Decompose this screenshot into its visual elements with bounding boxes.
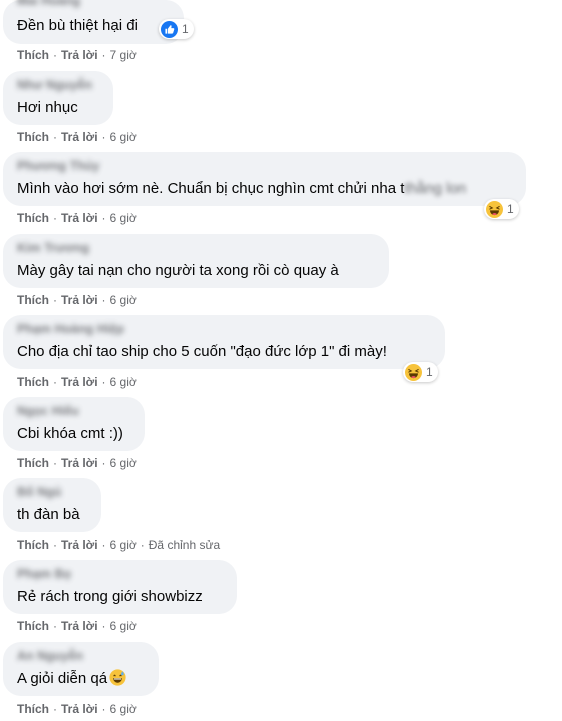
like-button[interactable]: Thích	[17, 702, 49, 716]
reaction-badge[interactable]: 1	[159, 19, 194, 39]
haha-icon	[405, 363, 422, 381]
reaction-count: 1	[426, 365, 433, 379]
comment-bubble: An Nguyễn A giỏi diễn qá	[3, 642, 159, 696]
comment-bubble: Ngọc Hiếu Cbi khóa cmt :))	[3, 397, 145, 451]
comment-text: Đền bù thiệt hại đi	[17, 17, 138, 34]
comment-text: Cho địa chỉ tao ship cho 5 cuốn "đạo đức…	[17, 343, 387, 360]
comment-text: Mình vào hơi sớm nè. Chuẩn bị chục nghìn…	[17, 180, 467, 197]
comment-bubble: Phạm Hoàng Hiệp Cho địa chỉ tao ship cho…	[3, 315, 445, 369]
comment-actions: Thích · Trả lời · 6 giờ	[17, 130, 137, 144]
reaction-count: 1	[507, 202, 514, 216]
grinning-sweat-icon	[109, 669, 126, 686]
comment-author[interactable]: Bố Ngủ	[17, 485, 89, 499]
comment-author[interactable]: Ngọc Hiếu	[17, 404, 133, 418]
comment: Kim Trương Mày gây tai nạn cho người ta …	[3, 234, 389, 288]
comment-bubble: Kim Trương Mày gây tai nạn cho người ta …	[3, 234, 389, 288]
comment-author[interactable]: Phạm Bọ	[17, 567, 225, 581]
comment-time[interactable]: 6 giờ	[110, 211, 137, 225]
like-button[interactable]: Thích	[17, 456, 49, 470]
comment: Mai Hoàng Đền bù thiệt hại đi	[3, 0, 184, 44]
comment: Ngọc Hiếu Cbi khóa cmt :))	[3, 397, 145, 451]
like-button[interactable]: Thích	[17, 293, 49, 307]
comment-bubble: Như Nguyễn Hơi nhục	[3, 71, 113, 125]
comment-actions: Thích · Trả lời · 6 giờ	[17, 211, 137, 225]
comment-author[interactable]: An Nguyễn	[17, 649, 147, 663]
comment-time[interactable]: 6 giờ	[110, 130, 137, 144]
comment-time[interactable]: 6 giờ	[110, 538, 137, 552]
like-button[interactable]: Thích	[17, 48, 49, 62]
comment-time[interactable]: 7 giờ	[110, 48, 137, 62]
comment: Phạm Bọ Rẻ rách trong giới showbizz	[3, 560, 237, 614]
comment-author[interactable]: Phương Thủy	[17, 159, 514, 173]
edited-label[interactable]: Đã chỉnh sửa	[149, 538, 220, 552]
comment-actions: Thích · Trả lời · 6 giờ	[17, 375, 137, 389]
comment-bubble: Bố Ngủ th đàn bà	[3, 478, 101, 532]
like-button[interactable]: Thích	[17, 538, 49, 552]
reply-button[interactable]: Trả lời	[61, 211, 98, 225]
comment-actions: Thích · Trả lời · 6 giờ	[17, 619, 137, 633]
comment-bubble: Phương Thủy Mình vào hơi sớm nè. Chuẩn b…	[3, 152, 526, 206]
comment-text: Mày gây tai nạn cho người ta xong rồi cò…	[17, 262, 339, 279]
comment-time[interactable]: 6 giờ	[110, 293, 137, 307]
comment-actions: Thích · Trả lời · 7 giờ	[17, 48, 137, 62]
comment-time[interactable]: 6 giờ	[110, 375, 137, 389]
haha-icon	[486, 200, 503, 218]
comment-text: Rẻ rách trong giới showbizz	[17, 588, 203, 605]
comment-time[interactable]: 6 giờ	[110, 456, 137, 470]
reply-button[interactable]: Trả lời	[61, 456, 98, 470]
reply-button[interactable]: Trả lời	[61, 702, 98, 716]
comment-author[interactable]: Phạm Hoàng Hiệp	[17, 322, 433, 336]
comment: Bố Ngủ th đàn bà	[3, 478, 101, 532]
comment-bubble: Phạm Bọ Rẻ rách trong giới showbizz	[3, 560, 237, 614]
reply-button[interactable]: Trả lời	[61, 130, 98, 144]
reply-button[interactable]: Trả lời	[61, 538, 98, 552]
comment: Như Nguyễn Hơi nhục	[3, 71, 113, 125]
comment-text: Cbi khóa cmt :))	[17, 425, 123, 442]
comment-actions: Thích · Trả lời · 6 giờ	[17, 702, 137, 716]
comment-text: th đàn bà	[17, 506, 80, 523]
reply-button[interactable]: Trả lời	[61, 375, 98, 389]
comment: Phạm Hoàng Hiệp Cho địa chỉ tao ship cho…	[3, 315, 445, 369]
reply-button[interactable]: Trả lời	[61, 619, 98, 633]
like-button[interactable]: Thích	[17, 211, 49, 225]
comment-author[interactable]: Mai Hoàng	[17, 0, 172, 8]
like-icon	[161, 20, 178, 38]
comment-bubble: Mai Hoàng Đền bù thiệt hại đi	[3, 0, 184, 44]
reaction-count: 1	[182, 22, 189, 36]
comment-actions: Thích · Trả lời · 6 giờ	[17, 456, 137, 470]
comment-text: Hơi nhục	[17, 99, 78, 116]
comment-actions: Thích · Trả lời · 6 giờ	[17, 293, 137, 307]
comment-time[interactable]: 6 giờ	[110, 619, 137, 633]
comment: An Nguyễn A giỏi diễn qá	[3, 642, 159, 696]
like-button[interactable]: Thích	[17, 619, 49, 633]
comment-author[interactable]: Kim Trương	[17, 241, 377, 255]
like-button[interactable]: Thích	[17, 375, 49, 389]
comment: Phương Thủy Mình vào hơi sớm nè. Chuẩn b…	[3, 152, 526, 206]
comment-time[interactable]: 6 giờ	[110, 702, 137, 716]
reaction-badge[interactable]: 1	[484, 199, 519, 219]
blurred-text: thằng lon	[404, 180, 467, 197]
like-button[interactable]: Thích	[17, 130, 49, 144]
comment-text: A giỏi diễn qá	[17, 669, 147, 689]
reply-button[interactable]: Trả lời	[61, 48, 98, 62]
reply-button[interactable]: Trả lời	[61, 293, 98, 307]
reaction-badge[interactable]: 1	[403, 362, 438, 382]
comment-actions: Thích · Trả lời · 6 giờ · Đã chỉnh sửa	[17, 538, 221, 552]
comment-author[interactable]: Như Nguyễn	[17, 78, 101, 92]
